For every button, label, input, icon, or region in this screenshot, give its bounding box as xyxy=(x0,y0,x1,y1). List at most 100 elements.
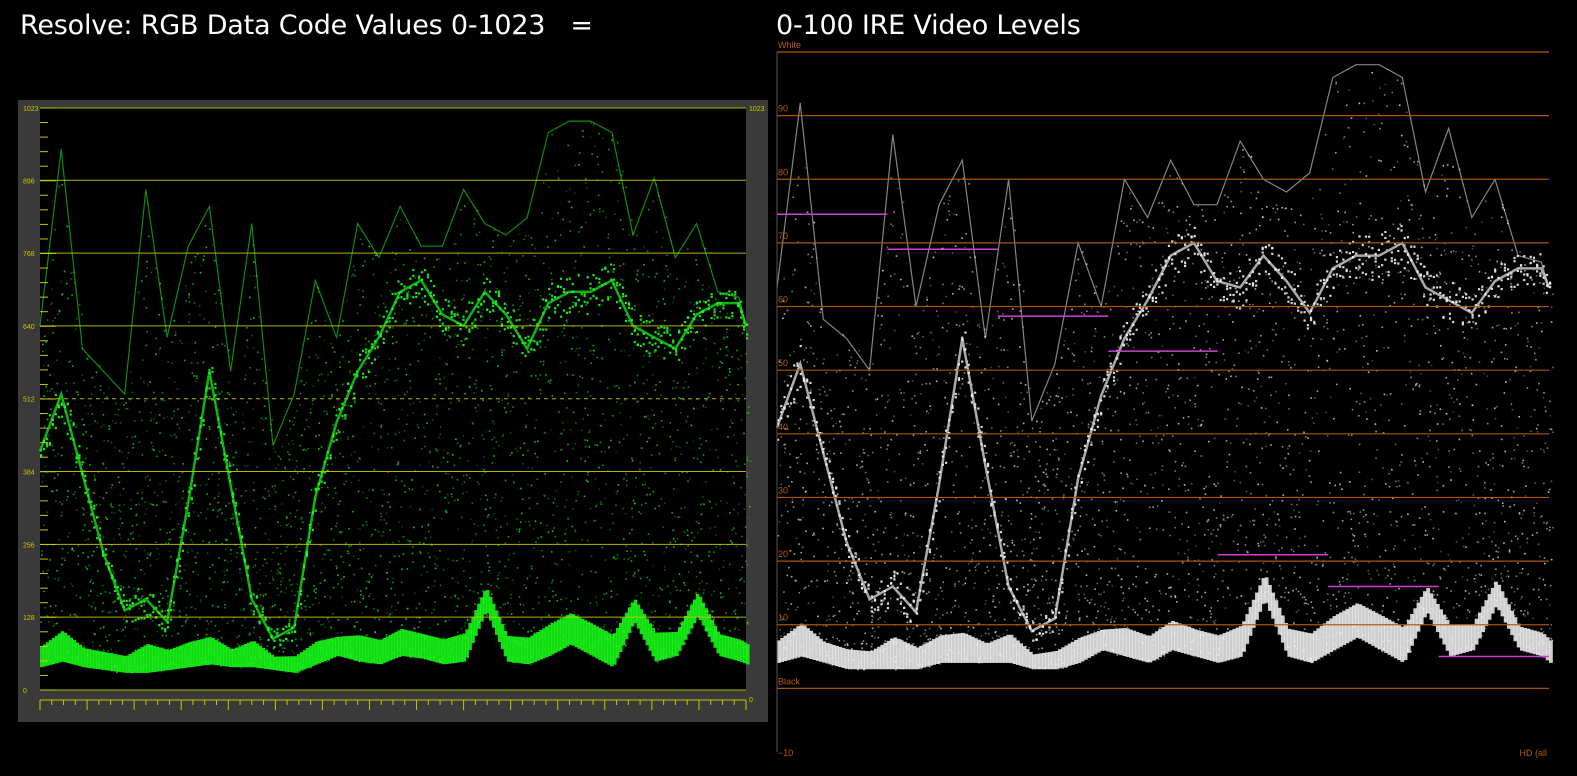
rgb-waveform-speckle xyxy=(252,499,255,502)
rgb-waveform-speckle xyxy=(732,434,735,437)
rgb-waveform-speckle xyxy=(386,656,389,659)
rgb-waveform-speckle xyxy=(712,469,715,472)
rgb-waveform-speckle xyxy=(693,303,695,306)
rgb-waveform-speckle xyxy=(340,578,343,581)
rgb-waveform-speckle xyxy=(166,602,169,605)
rgb-waveform-speckle xyxy=(681,361,684,364)
rgb-waveform-speckle xyxy=(342,383,344,386)
rgb-waveform-speckle xyxy=(341,356,344,358)
rgb-waveform-speckle xyxy=(558,411,560,413)
rgb-waveform-speckle xyxy=(748,505,751,508)
ire-waveform-speckle xyxy=(872,616,875,618)
ire-waveform-speckle xyxy=(789,354,791,357)
ire-waveform-speckle xyxy=(871,627,874,630)
rgb-waveform-mid-trace xyxy=(187,514,190,518)
rgb-waveform-speckle xyxy=(315,435,317,438)
rgb-waveform-speckle xyxy=(684,285,686,288)
rgb-waveform-speckle xyxy=(140,280,143,282)
rgb-waveform-speckle xyxy=(469,386,471,388)
ire-waveform-mid-trace xyxy=(799,385,802,388)
rgb-waveform-speckle xyxy=(663,303,666,305)
rgb-waveform-speckle xyxy=(520,361,523,364)
rgb-waveform-speckle xyxy=(358,490,360,492)
rgb-waveform-speckle xyxy=(381,367,384,369)
ire-waveform-speckle xyxy=(780,514,783,517)
rgb-waveform-speckle xyxy=(681,634,683,636)
rgb-waveform-speckle xyxy=(191,549,194,552)
ire-waveform-speckle xyxy=(862,640,865,642)
rgb-waveform-speckle xyxy=(200,511,202,514)
rgb-waveform-mid-trace xyxy=(598,281,601,284)
rgb-waveform-speckle xyxy=(85,457,87,460)
rgb-waveform-speckle xyxy=(563,327,565,330)
ire-waveform-speckle xyxy=(826,579,829,582)
rgb-waveform-speckle xyxy=(429,336,432,339)
rgb-waveform-speckle xyxy=(170,362,173,364)
rgb-waveform-speckle xyxy=(455,580,457,583)
rgb-waveform-speckle xyxy=(596,444,599,447)
rgb-waveform-speckle xyxy=(625,571,628,574)
rgb-waveform-speckle xyxy=(637,569,640,572)
rgb-waveform-speckle xyxy=(608,445,611,448)
rgb-waveform-speckle xyxy=(475,379,477,382)
rgb-waveform-mid-trace xyxy=(122,599,125,602)
rgb-waveform-speckle xyxy=(102,536,105,538)
rgb-waveform-speckle xyxy=(390,605,393,608)
rgb-waveform-mid-trace xyxy=(595,296,598,299)
rgb-waveform-mid-trace xyxy=(359,353,362,356)
rgb-waveform-speckle xyxy=(678,645,681,648)
rgb-waveform-mid-trace xyxy=(574,302,577,305)
rgb-waveform-speckle xyxy=(695,263,698,266)
ire-waveform-speckle xyxy=(803,472,806,475)
rgb-waveform-speckle xyxy=(253,631,255,634)
rgb-waveform-speckle xyxy=(534,441,536,443)
rgb-waveform-speckle xyxy=(602,210,604,213)
rgb-waveform-speckle xyxy=(269,507,271,510)
rgb-waveform-speckle xyxy=(115,610,118,613)
rgb-waveform-speckle xyxy=(394,609,397,611)
rgb-waveform-speckle xyxy=(346,300,349,303)
rgb-waveform-speckle xyxy=(727,349,729,352)
rgb-waveform-speckle xyxy=(292,478,295,481)
rgb-waveform-speckle xyxy=(359,528,362,530)
rgb-waveform-speckle xyxy=(273,447,275,450)
rgb-waveform-speckle xyxy=(625,644,627,647)
rgb-waveform-speckle xyxy=(342,561,345,563)
rgb-waveform-speckle xyxy=(308,356,311,359)
rgb-waveform-speckle xyxy=(380,295,383,297)
rgb-waveform-speckle xyxy=(386,378,389,381)
rgb-waveform-speckle xyxy=(518,233,521,235)
rgb-waveform-speckle xyxy=(705,348,707,350)
rgb-waveform-speckle xyxy=(206,620,208,622)
rgb-waveform-speckle xyxy=(654,389,657,391)
rgb-waveform-speckle xyxy=(328,549,331,552)
rgb-waveform-speckle xyxy=(354,659,356,661)
rgb-waveform-speckle xyxy=(746,360,749,363)
rgb-waveform-speckle xyxy=(465,585,467,588)
rgb-waveform-speckle xyxy=(600,503,603,505)
rgb-waveform-speckle xyxy=(522,463,524,465)
rgb-waveform-speckle xyxy=(88,464,91,466)
rgb-waveform-speckle xyxy=(345,552,348,555)
rgb-waveform-speckle xyxy=(238,588,241,590)
ire-waveform-speckle xyxy=(827,570,829,572)
rgb-waveform-speckle xyxy=(574,442,576,445)
rgb-waveform-speckle xyxy=(94,608,97,611)
rgb-waveform-speckle xyxy=(674,586,677,588)
rgb-waveform-speckle xyxy=(268,493,271,496)
rgb-waveform-mid-trace xyxy=(483,300,486,303)
rgb-waveform-speckle xyxy=(491,593,493,595)
rgb-waveform-speckle xyxy=(658,505,661,507)
rgb-waveform-speckle xyxy=(102,626,105,629)
ire-waveform-speckle xyxy=(780,635,782,637)
ire-waveform-speckle xyxy=(851,390,854,392)
rgb-waveform-speckle xyxy=(335,565,338,567)
rgb-waveform-speckle xyxy=(324,380,326,383)
rgb-waveform-speckle xyxy=(368,581,370,584)
rgb-waveform-mid-trace xyxy=(678,358,681,361)
rgb-waveform-speckle xyxy=(86,447,88,450)
ire-waveform-speckle xyxy=(788,566,790,569)
rgb-waveform-speckle xyxy=(503,272,506,274)
rgb-waveform-speckle xyxy=(288,523,290,526)
rgb-waveform-speckle xyxy=(394,269,397,271)
